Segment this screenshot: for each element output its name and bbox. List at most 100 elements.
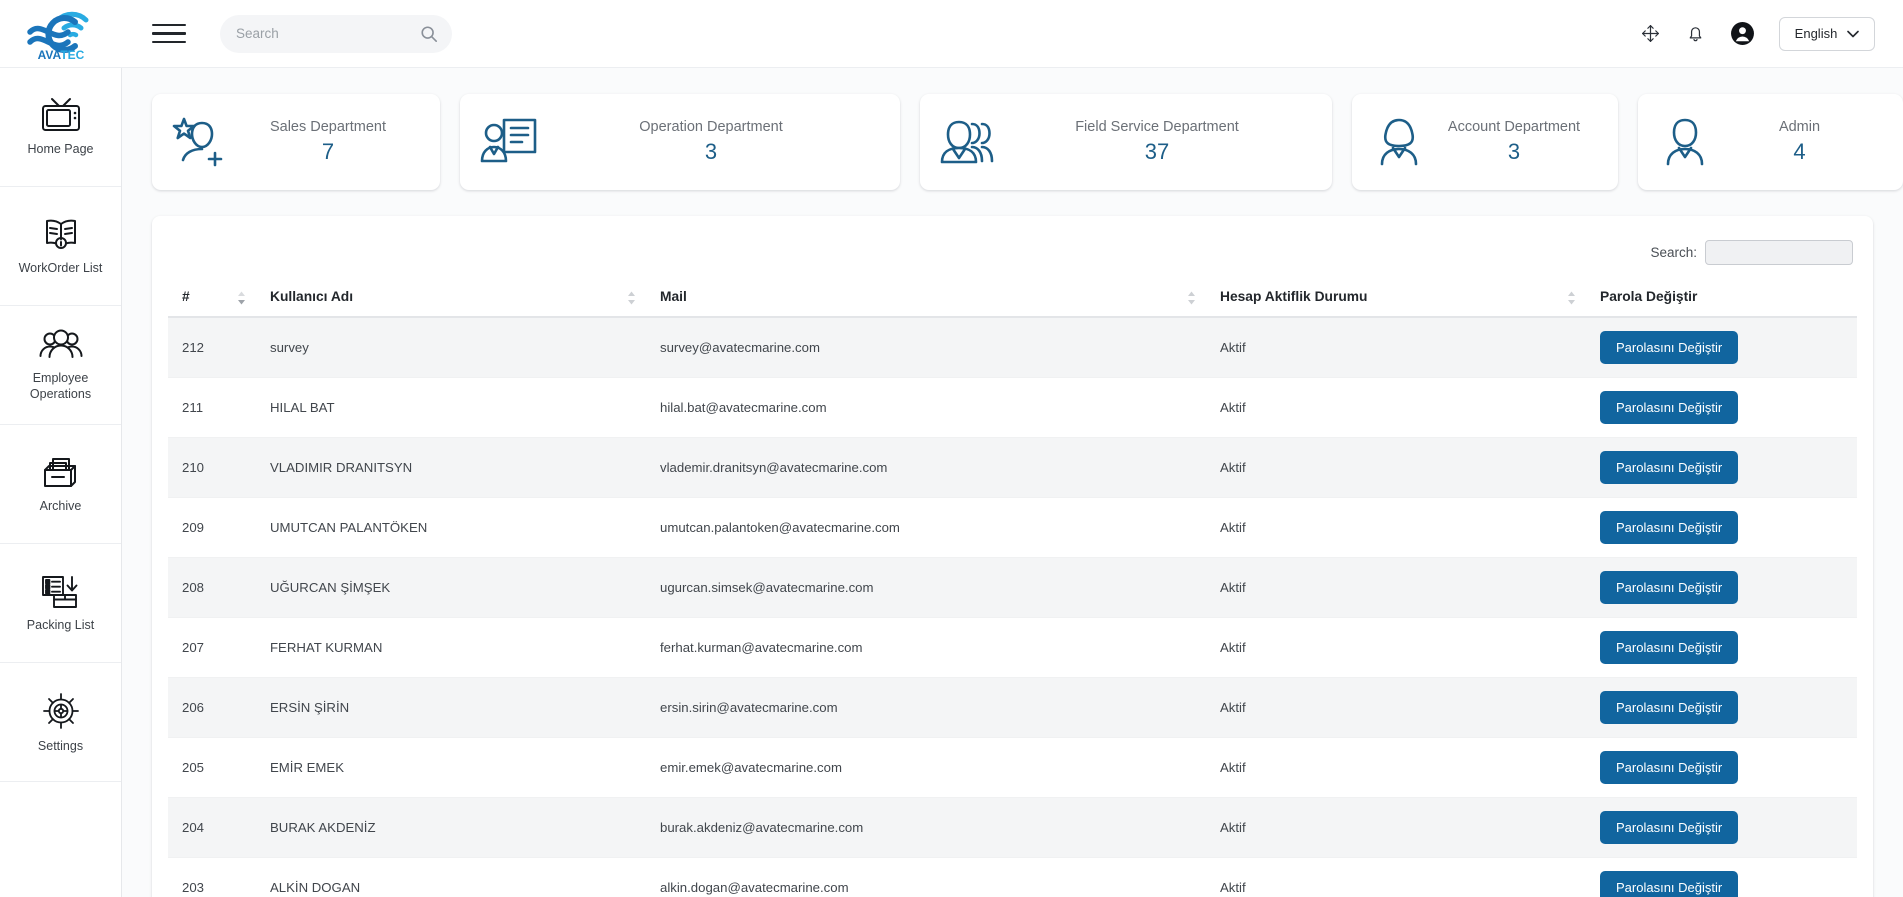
fullscreen-button[interactable]	[1640, 23, 1661, 44]
stat-card-operation-department[interactable]: Operation Department 3	[460, 94, 900, 190]
sort-arrows-icon	[628, 291, 635, 304]
table-search-input[interactable]	[1705, 240, 1853, 265]
sidebar-item-settings[interactable]: Settings	[0, 663, 121, 782]
column-label: Mail	[660, 289, 687, 304]
table-row: 205 EMİR EMEK emir.emek@avatecmarine.com Ak…	[168, 737, 1857, 798]
column-header-id[interactable]: #	[168, 279, 256, 318]
cell-mail: emir.emek@avatecmarine.com	[646, 737, 1206, 798]
cell-change-password: Parolasını Değiştir	[1586, 317, 1857, 378]
table-row: 209 UMUTCAN PALANTÖKEN umutcan.palantoken@…	[168, 497, 1857, 558]
cell-id: 207	[168, 617, 256, 678]
cell-account-status: Aktif	[1206, 677, 1586, 738]
stat-card-value: 37	[1144, 139, 1170, 165]
cell-username: ALKİN DOGAN	[256, 857, 646, 897]
change-password-button[interactable]: Parolasını Değiştir	[1600, 631, 1739, 664]
cell-id: 204	[168, 797, 256, 858]
search-input[interactable]	[236, 26, 416, 41]
change-password-button[interactable]: Parolasını Değiştir	[1600, 871, 1739, 897]
users-table-panel: Search: # Kullanıcı Adı Mail Hesap Aktif…	[152, 216, 1873, 897]
stat-card-title: Operation Department	[639, 119, 783, 136]
open-book-info-icon	[45, 219, 76, 249]
header-actions: English	[1640, 16, 1903, 51]
change-password-button[interactable]: Parolasını Değiştir	[1600, 511, 1739, 544]
sidebar-item-packing-list[interactable]: Packing List	[0, 544, 121, 663]
sidebar-item-label: Packing List	[26, 617, 95, 632]
stat-card-text: Account Department 3	[1428, 117, 1600, 167]
cell-account-status: Aktif	[1206, 497, 1586, 558]
department-stats-row: Sales Department 7 Operation Department …	[122, 68, 1903, 190]
cell-mail: hilal.bat@avatecmarine.com	[646, 377, 1206, 438]
search-icon[interactable]	[420, 25, 438, 43]
sidebar-item-label: Employee Operations	[29, 370, 92, 401]
change-password-button[interactable]: Parolasını Değiştir	[1600, 331, 1739, 364]
cell-mail: vlademir.dranitsyn@avatecmarine.com	[646, 437, 1206, 498]
stat-card-title: Sales Department	[269, 119, 387, 136]
stat-card-value: 3	[1507, 139, 1521, 165]
menu-toggle-button[interactable]	[152, 21, 186, 47]
sort-arrows-icon	[1568, 291, 1575, 304]
ship-wheel-icon	[42, 692, 79, 729]
sidebar-item-home-page[interactable]: Home Page	[0, 68, 121, 187]
stat-card-sales-department[interactable]: Sales Department 7	[152, 94, 440, 190]
cell-account-status: Aktif	[1206, 557, 1586, 618]
change-password-button[interactable]: Parolasını Değiştir	[1600, 451, 1739, 484]
column-label: Kullanıcı Adı	[270, 289, 354, 304]
column-header-username[interactable]: Kullanıcı Adı	[256, 279, 646, 318]
change-password-button[interactable]: Parolasını Değiştir	[1600, 811, 1739, 844]
sidebar-item-archive[interactable]: Archive	[0, 425, 121, 544]
stat-card-admin[interactable]: Admin 4	[1638, 94, 1903, 190]
person-male-icon	[1656, 114, 1714, 170]
change-password-button[interactable]: Parolasını Değiştir	[1600, 691, 1739, 724]
cell-username: UĞURCAN ŞİMŞEK	[256, 557, 646, 618]
cell-change-password: Parolasını Değiştir	[1586, 377, 1857, 438]
cell-account-status: Aktif	[1206, 617, 1586, 678]
app-logo[interactable]: AVATEC	[0, 0, 122, 68]
stat-card-account-department[interactable]: Account Department 3	[1352, 94, 1618, 190]
stat-card-value: 3	[704, 139, 718, 165]
change-password-button[interactable]: Parolasını Değiştir	[1600, 751, 1739, 784]
cell-account-status: Aktif	[1206, 377, 1586, 438]
cell-mail: ugurcan.simsek@avatecmarine.com	[646, 557, 1206, 618]
change-password-button[interactable]: Parolasını Değiştir	[1600, 571, 1739, 604]
notification-bell-icon	[1689, 27, 1702, 42]
sidebar-item-label: WorkOrder List	[18, 260, 103, 275]
column-label: Parola Değiştir	[1600, 289, 1698, 304]
star-person-add-icon	[170, 113, 234, 171]
cell-account-status: Aktif	[1206, 437, 1586, 498]
stat-card-field-service-department[interactable]: Field Service Department 37	[920, 94, 1332, 190]
column-header-account-status[interactable]: Hesap Aktiflik Durumu	[1206, 279, 1586, 318]
fullscreen-expand-icon	[1642, 25, 1659, 42]
table-row: 206 ERSİN ŞİRİN ersin.sirin@avatecmarine.c…	[168, 677, 1857, 738]
stat-card-text: Admin 4	[1714, 117, 1885, 167]
cell-account-status: Aktif	[1206, 797, 1586, 858]
three-people-icon	[938, 114, 1000, 170]
stat-card-title: Admin	[1778, 119, 1821, 136]
sidebar-item-employee-operations[interactable]: Employee Operations	[0, 306, 121, 425]
cell-mail: burak.akdeniz@avatecmarine.com	[646, 797, 1206, 858]
cell-change-password: Parolasını Değiştir	[1586, 437, 1857, 498]
column-header-mail[interactable]: Mail	[646, 279, 1206, 318]
global-search[interactable]	[220, 14, 452, 53]
cell-id: 208	[168, 557, 256, 618]
cell-username: ERSİN ŞİRİN	[256, 677, 646, 738]
change-password-button[interactable]: Parolasını Değiştir	[1600, 391, 1739, 424]
sidebar-item-workorder-list[interactable]: WorkOrder List	[0, 187, 121, 306]
notifications-button[interactable]	[1685, 23, 1706, 44]
avatec-logo-icon: AVATEC	[27, 11, 89, 62]
svg-text:AVATEC: AVATEC	[38, 48, 85, 62]
television-icon	[41, 97, 80, 131]
cell-id: 205	[168, 737, 256, 798]
table-row: 211 HILAL BAT hilal.bat@avatecmarine.com Ak…	[168, 377, 1857, 438]
column-label: Hesap Aktiflik Durumu	[1220, 289, 1368, 304]
cell-mail: survey@avatecmarine.com	[646, 317, 1206, 378]
language-selector[interactable]: English	[1779, 16, 1875, 51]
cell-username: HILAL BAT	[256, 377, 646, 438]
user-profile-button[interactable]	[1730, 21, 1755, 46]
cell-change-password: Parolasını Değiştir	[1586, 677, 1857, 738]
cell-change-password: Parolasını Değiştir	[1586, 617, 1857, 678]
cell-change-password: Parolasını Değiştir	[1586, 857, 1857, 897]
users-table-head: # Kullanıcı Adı Mail Hesap Aktiflik Duru…	[168, 279, 1857, 318]
cell-account-status: Aktif	[1206, 317, 1586, 378]
column-header-change-password[interactable]: Parola Değiştir	[1586, 279, 1857, 318]
cell-mail: umutcan.palantoken@avatecmarine.com	[646, 497, 1206, 558]
